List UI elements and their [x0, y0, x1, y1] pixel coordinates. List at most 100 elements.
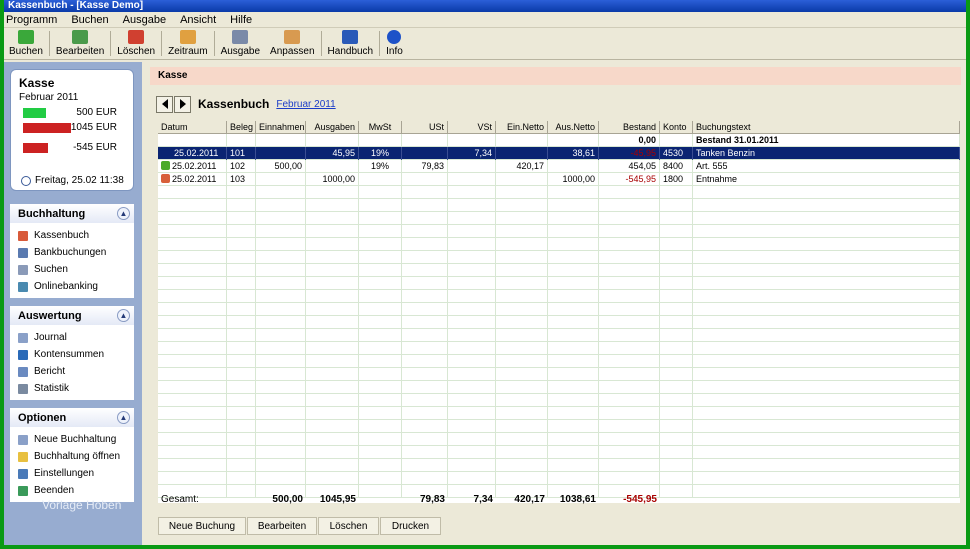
column-header-mwst[interactable]: MwSt [359, 121, 402, 134]
table-cell [256, 277, 306, 290]
empty-row [158, 212, 960, 225]
cash-bar [23, 123, 71, 133]
table-cell [402, 472, 448, 485]
table-cell [448, 407, 496, 420]
sidebar-group-optionen: Optionen ▲ Neue Buchhaltung Buchhaltung öff… [10, 408, 134, 502]
open-folder-icon [18, 451, 28, 462]
toolbar-bearbeiten-button[interactable]: Bearbeiten [51, 28, 109, 59]
toolbar-handbuch-button[interactable]: Handbuch [323, 28, 379, 59]
cash-summary-card: Kasse Februar 2011 500 EUR 1045 EUR -545 E… [10, 69, 134, 191]
column-header-ausgaben[interactable]: Ausgaben [306, 121, 359, 134]
sidebar-item-onlinebanking[interactable]: Onlinebanking [10, 278, 134, 295]
sidebar-item-suchen[interactable]: Suchen [10, 261, 134, 278]
menu-ausgabe[interactable]: Ausgabe [123, 14, 166, 26]
table-cell [256, 225, 306, 238]
table-row[interactable]: 25.02.2011 102 500,00 19% 79,83 420,17 454,05 8… [158, 160, 960, 173]
table-cell [693, 251, 960, 264]
column-header-bestand[interactable]: Bestand [599, 121, 660, 134]
toolbar-buchen-button[interactable]: Buchen [4, 28, 48, 59]
table-cell [402, 446, 448, 459]
sidebar-item-bankbuchungen[interactable]: Bankbuchungen [10, 244, 134, 261]
table-cell [227, 186, 256, 199]
empty-row [158, 407, 960, 420]
menu-buchen[interactable]: Buchen [71, 14, 108, 26]
cell-ust: 79,83 [402, 160, 448, 173]
sidebar-item-einstellungen[interactable]: Einstellungen [10, 465, 134, 482]
sidebar-item-buchhaltung-oeffnen[interactable]: Buchhaltung öffnen [10, 448, 134, 465]
column-header-einnahmen[interactable]: Einnahmen [256, 121, 306, 134]
panel-header: Kasse [150, 67, 961, 85]
cell-bestand: 454,05 [599, 160, 660, 173]
table-cell [496, 212, 548, 225]
sidebar-group-title: Auswertung [18, 309, 82, 322]
table-cell [660, 407, 693, 420]
column-header-konto[interactable]: Konto [660, 121, 693, 134]
table-cell [448, 472, 496, 485]
toolbar-zeitraum-button[interactable]: Zeitraum [163, 28, 212, 59]
drucken-button[interactable]: Drucken [380, 517, 441, 535]
sidebar-item-kontensummen[interactable]: Kontensummen [10, 346, 134, 363]
column-header-aus_netto[interactable]: Aus.Netto [548, 121, 599, 134]
total-ust: 79,83 [419, 494, 445, 505]
sidebar-group-auswertung: Auswertung ▲ Journal Kontensummen Bericht Sta… [10, 306, 134, 400]
cash-bar-value: 1045 EUR [70, 122, 117, 133]
menu-programm[interactable]: Programm [6, 14, 57, 26]
next-period-button[interactable] [174, 95, 191, 113]
table-cell [599, 212, 660, 225]
neue-buchung-button[interactable]: Neue Buchung [158, 517, 246, 535]
column-header-beleg[interactable]: Beleg [227, 121, 256, 134]
table-cell [660, 264, 693, 277]
table-cell [256, 186, 306, 199]
sidebar-item-statistik[interactable]: Statistik [10, 380, 134, 397]
table-cell [693, 186, 960, 199]
table-cell [227, 433, 256, 446]
cell-datum-text: 25.02.2011 [172, 174, 217, 184]
toolbar-anpassen-button[interactable]: Anpassen [265, 28, 319, 59]
bearbeiten-button[interactable]: Bearbeiten [247, 517, 317, 535]
prev-period-button[interactable] [156, 95, 173, 113]
collapse-icon[interactable]: ▲ [117, 411, 130, 424]
table-cell [158, 446, 227, 459]
column-header-ein_netto[interactable]: Ein.Netto [496, 121, 548, 134]
column-header-vst[interactable]: VSt [448, 121, 496, 134]
table-row[interactable]: 25.02.2011 103 1000,00 1000,00 -545,95 1800 En… [158, 173, 960, 186]
table-cell [359, 394, 402, 407]
loeschen-button[interactable]: Löschen [318, 517, 379, 535]
collapse-icon[interactable]: ▲ [117, 207, 130, 220]
table-cell [693, 433, 960, 446]
column-header-ust[interactable]: USt [402, 121, 448, 134]
table-cell [693, 368, 960, 381]
table-cell [496, 199, 548, 212]
toolbar-loeschen-button[interactable]: Löschen [112, 28, 160, 59]
period-link[interactable]: Februar 2011 [276, 99, 335, 110]
collapse-icon[interactable]: ▲ [117, 309, 130, 322]
table-cell [306, 225, 359, 238]
table-cell [496, 446, 548, 459]
cash-bar-value: 500 EUR [76, 107, 117, 118]
table-cell [448, 433, 496, 446]
sidebar-item-beenden[interactable]: Beenden [10, 482, 134, 499]
toolbar-ausgabe-button[interactable]: Ausgabe [216, 28, 265, 59]
menu-ansicht[interactable]: Ansicht [180, 14, 216, 26]
table-cell [599, 342, 660, 355]
table-row[interactable]: 25.02.2011 101 45,95 19% 7,34 38,61 -45,95 4530… [158, 147, 960, 160]
sidebar-item-neue-buchhaltung[interactable]: Neue Buchhaltung [10, 431, 134, 448]
arrow-left-icon [161, 99, 168, 109]
cash-bar-value: -545 EUR [73, 142, 117, 153]
column-header-datum[interactable]: Datum [158, 121, 227, 134]
table-cell [496, 303, 548, 316]
toolbar-info-button[interactable]: Info [381, 28, 408, 59]
table-cell [548, 433, 599, 446]
exit-icon [18, 485, 28, 496]
menu-hilfe[interactable]: Hilfe [230, 14, 252, 26]
sidebar-item-kassenbuch[interactable]: Kassenbuch [10, 227, 134, 244]
table-cell [158, 251, 227, 264]
table-cell [227, 264, 256, 277]
sidebar-item-bericht[interactable]: Bericht [10, 363, 134, 380]
column-header-text[interactable]: Buchungstext [693, 121, 960, 134]
cell-einnahmen [256, 173, 306, 186]
sidebar-item-journal[interactable]: Journal [10, 329, 134, 346]
table-cell [660, 459, 693, 472]
table-cell [548, 316, 599, 329]
cash-bar [23, 108, 46, 118]
